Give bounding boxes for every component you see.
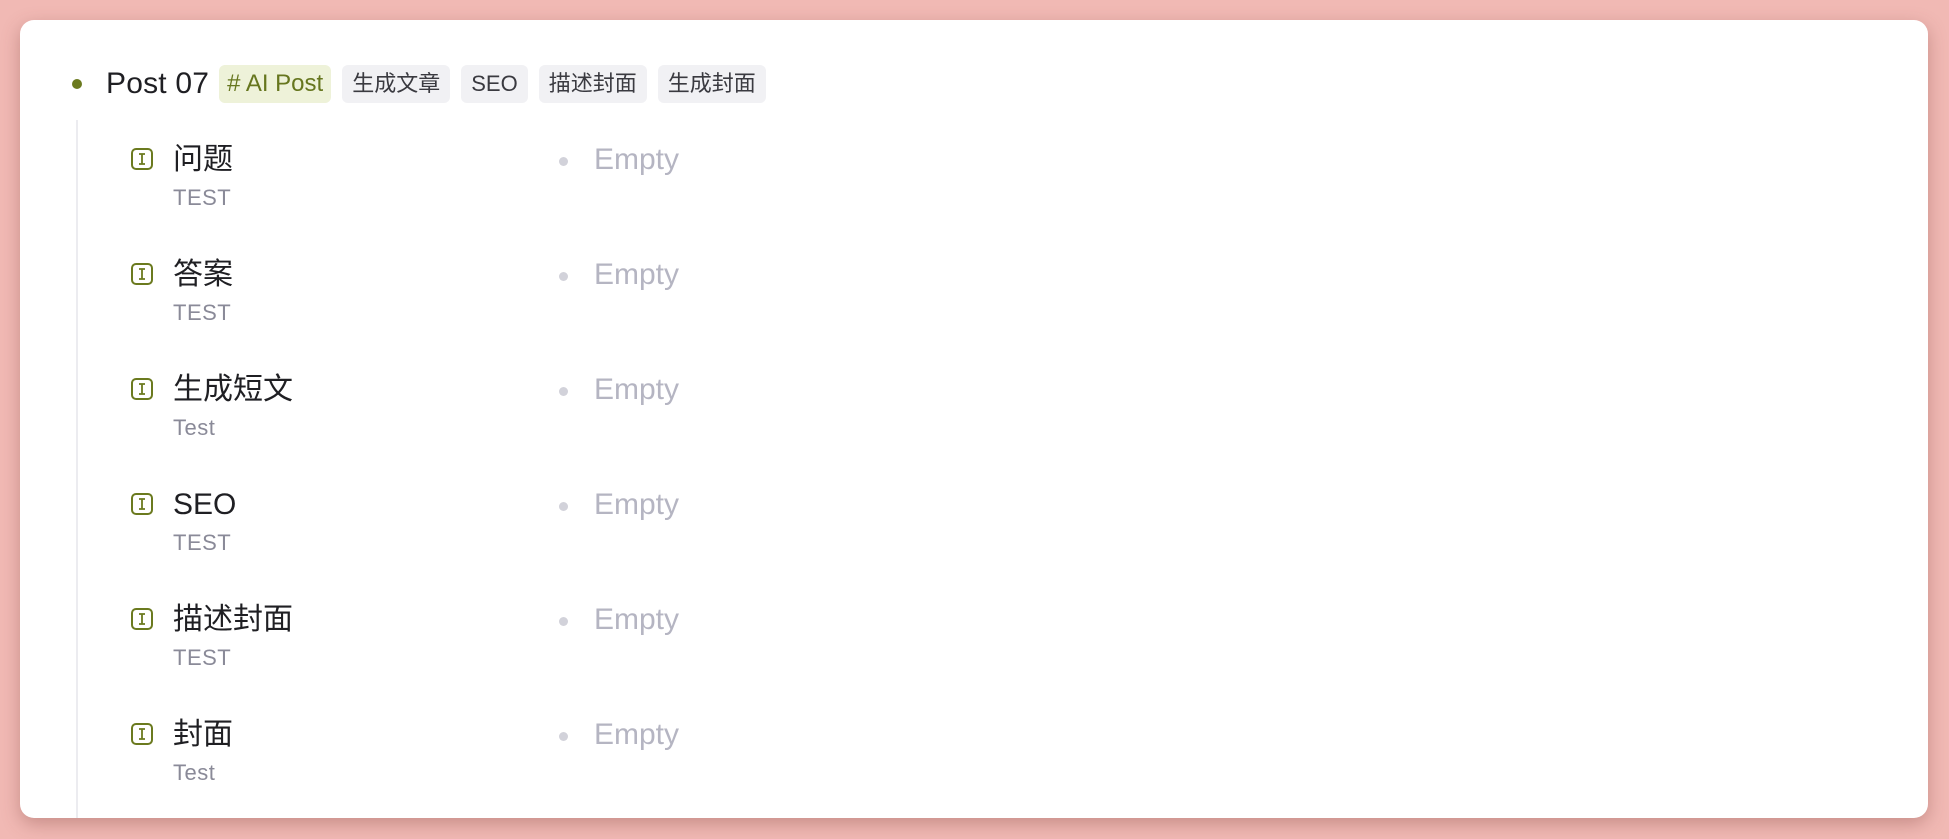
text-field-icon: [131, 493, 153, 515]
node-header: Post 07 # AI Post 生成文章 SEO 描述封面 生成封面: [72, 64, 777, 104]
value-bullet: [559, 732, 568, 741]
tag-describe-cover[interactable]: 描述封面: [538, 65, 647, 103]
field-row: 答案 TEST Empty: [131, 257, 1031, 337]
text-field-icon: [131, 378, 153, 400]
node-title[interactable]: Post 07: [106, 67, 209, 101]
field-description: Test: [173, 760, 216, 785]
text-field-icon: [131, 263, 153, 285]
field-name[interactable]: 生成短文: [173, 372, 293, 408]
field-description: TEST: [173, 530, 232, 555]
field-name[interactable]: 描述封面: [173, 602, 293, 638]
text-field-icon: [131, 148, 153, 170]
field-value[interactable]: Empty: [594, 487, 679, 523]
tag-generate-cover[interactable]: 生成封面: [657, 65, 766, 103]
field-description: Test: [173, 415, 216, 440]
value-bullet: [559, 157, 568, 166]
field-description: TEST: [173, 645, 232, 670]
field-row: 描述封面 TEST Empty: [131, 602, 1031, 682]
field-name[interactable]: 答案: [173, 257, 233, 293]
field-row: 封面 Test Empty: [131, 717, 1031, 797]
node-bullet[interactable]: [72, 79, 82, 89]
field-row: 问题 TEST Empty: [131, 142, 1031, 222]
value-bullet: [559, 387, 568, 396]
node-card: Post 07 # AI Post 生成文章 SEO 描述封面 生成封面 问题 …: [20, 20, 1928, 818]
children-guide-line: [76, 120, 78, 818]
text-field-icon: [131, 723, 153, 745]
field-name[interactable]: SEO: [173, 487, 236, 523]
field-name[interactable]: 问题: [173, 142, 233, 178]
field-value[interactable]: Empty: [594, 717, 679, 753]
tag-seo[interactable]: SEO: [461, 65, 528, 103]
field-row: SEO TEST Empty: [131, 487, 1031, 567]
tag-generate-article[interactable]: 生成文章: [342, 65, 451, 103]
field-description: TEST: [173, 185, 232, 210]
field-row: 生成短文 Test Empty: [131, 372, 1031, 452]
value-bullet: [559, 272, 568, 281]
field-value[interactable]: Empty: [594, 602, 679, 638]
field-value[interactable]: Empty: [594, 142, 679, 178]
field-value[interactable]: Empty: [594, 257, 679, 293]
field-name[interactable]: 封面: [173, 717, 233, 753]
value-bullet: [559, 502, 568, 511]
field-description: TEST: [173, 300, 232, 325]
value-bullet: [559, 617, 568, 626]
supertag-ai-post[interactable]: # AI Post: [219, 65, 332, 103]
text-field-icon: [131, 608, 153, 630]
field-value[interactable]: Empty: [594, 372, 679, 408]
